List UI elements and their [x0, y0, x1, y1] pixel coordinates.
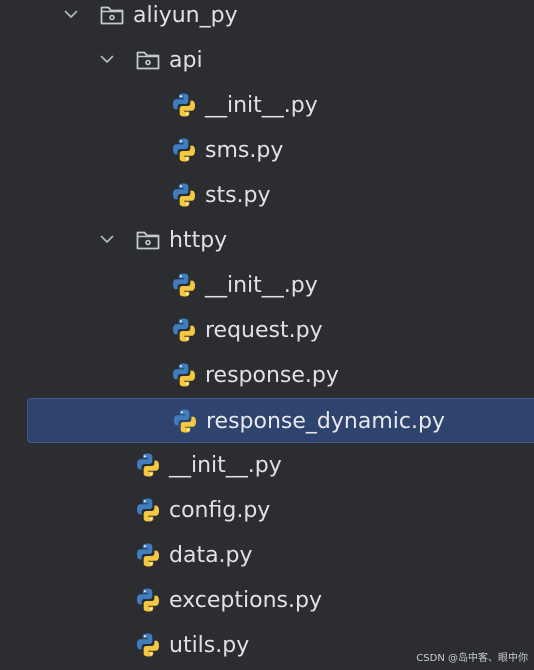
tree-item-label: httpy — [169, 228, 228, 253]
tree-file-init-py[interactable]: __init__.py — [0, 443, 534, 488]
folder-icon — [134, 46, 162, 74]
python-file-icon — [170, 271, 198, 299]
python-file-icon — [170, 316, 198, 344]
python-file-icon — [170, 136, 198, 164]
python-file-icon — [134, 451, 162, 479]
tree-file-response-dynamic-py[interactable]: response_dynamic.py — [27, 398, 534, 443]
tree-file-init-py[interactable]: __init__.py — [0, 83, 534, 128]
tree-file-sts-py[interactable]: sts.py — [0, 173, 534, 218]
tree-item-label: request.py — [205, 318, 323, 343]
tree-item-label: exceptions.py — [169, 588, 322, 613]
chevron-down-icon[interactable] — [99, 231, 115, 247]
project-tree: aliyun_py api __init__.py sms.py sts.py httpy… — [0, 0, 534, 670]
python-file-icon — [170, 181, 198, 209]
tree-file-request-py[interactable]: request.py — [0, 308, 534, 353]
tree-item-label: config.py — [169, 498, 271, 523]
tree-item-label: data.py — [169, 543, 253, 568]
tree-item-label: utils.py — [169, 633, 250, 658]
tree-item-label: aliyun_py — [133, 3, 238, 28]
tree-item-label: sts.py — [205, 183, 271, 208]
tree-item-label: __init__.py — [169, 453, 282, 478]
tree-file-init-py[interactable]: __init__.py — [0, 263, 534, 308]
folder-icon — [98, 1, 126, 29]
tree-item-label: sms.py — [205, 138, 284, 163]
python-file-icon — [171, 407, 199, 435]
folder-icon — [134, 226, 162, 254]
tree-item-label: response.py — [205, 363, 339, 388]
watermark: CSDN @岛中客、眼中你 — [416, 653, 528, 664]
tree-file-config-py[interactable]: config.py — [0, 488, 534, 533]
tree-folder-aliyun-py[interactable]: aliyun_py — [0, 0, 534, 38]
python-file-icon — [170, 91, 198, 119]
tree-file-sms-py[interactable]: sms.py — [0, 128, 534, 173]
tree-folder-httpy[interactable]: httpy — [0, 218, 534, 263]
tree-item-label: __init__.py — [205, 273, 318, 298]
python-file-icon — [134, 631, 162, 659]
python-file-icon — [170, 361, 198, 389]
tree-item-label: __init__.py — [205, 93, 318, 118]
chevron-down-icon[interactable] — [99, 51, 115, 67]
python-file-icon — [134, 586, 162, 614]
tree-file-response-py[interactable]: response.py — [0, 353, 534, 398]
tree-item-label: response_dynamic.py — [206, 409, 445, 434]
chevron-down-icon[interactable] — [63, 6, 79, 22]
tree-file-data-py[interactable]: data.py — [0, 533, 534, 578]
tree-item-label: api — [169, 48, 203, 73]
tree-folder-api[interactable]: api — [0, 38, 534, 83]
python-file-icon — [134, 496, 162, 524]
python-file-icon — [134, 541, 162, 569]
tree-file-exceptions-py[interactable]: exceptions.py — [0, 578, 534, 623]
